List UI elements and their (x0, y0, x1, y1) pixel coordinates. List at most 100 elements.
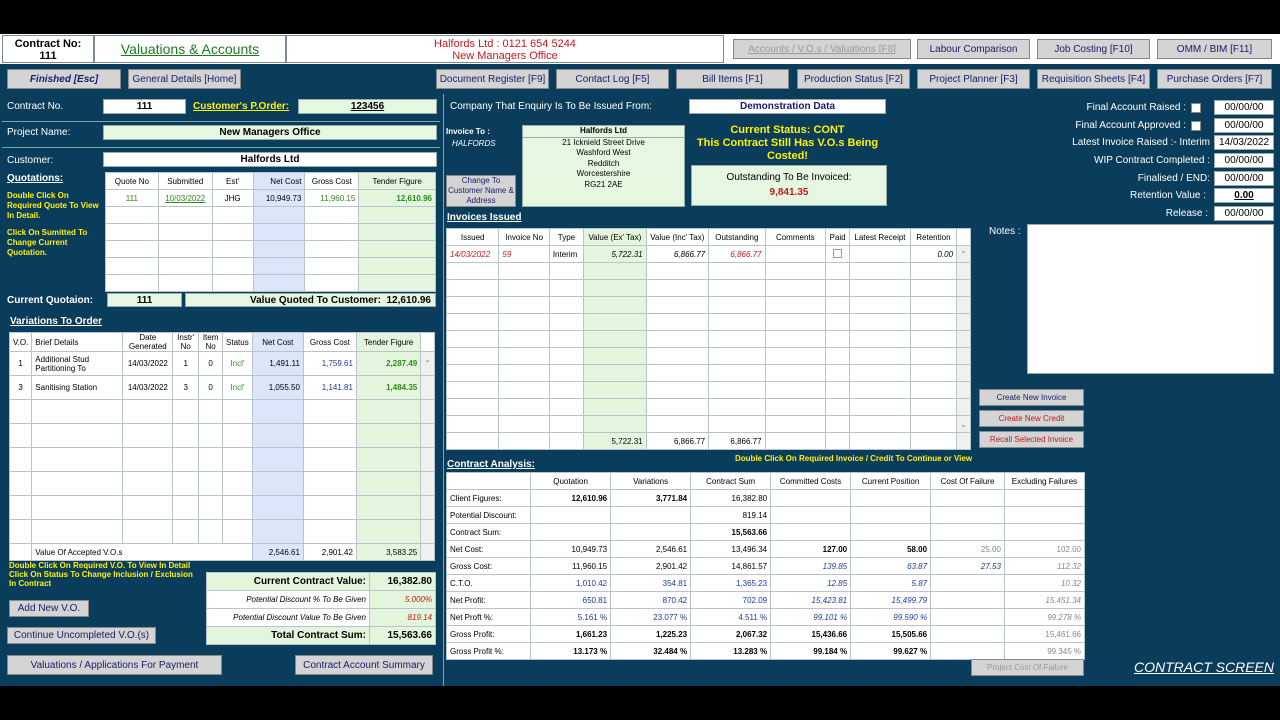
table-row[interactable] (445, 347, 971, 365)
col-header: Gross Cost (304, 172, 360, 190)
retention-field[interactable]: 0.00 (1214, 188, 1274, 203)
scroll-up-icon[interactable]: ⌃ (420, 351, 435, 376)
final-approved-checkbox[interactable] (1191, 121, 1201, 131)
final-raised-field[interactable]: 00/00/00 (1214, 100, 1274, 115)
vo-date: 14/03/2022 (122, 351, 174, 376)
table-row[interactable] (105, 206, 436, 224)
col-header: Issued (445, 228, 500, 246)
inv-outstanding: 6,866.77 (708, 245, 766, 263)
job-costing-button[interactable]: Job Costing [F10] (1037, 39, 1150, 59)
contract-summary-button[interactable]: Contract Account Summary (295, 655, 433, 675)
col-header: Invoice No (498, 228, 550, 246)
accounts-vos-button[interactable]: Accounts / V.O.s / Valuations [F8] (733, 39, 911, 59)
project-line: New Managers Office (452, 50, 558, 62)
wip-label: WIP Contract Completed : (1094, 155, 1210, 166)
project-cost-failure-button[interactable]: Project Cost Of Failure (971, 659, 1084, 676)
project-field[interactable]: New Managers Office (103, 125, 437, 140)
contract-no-field[interactable]: 111 (103, 99, 186, 114)
scroll-down-icon[interactable]: ⌄ (956, 415, 971, 433)
discount-val-value[interactable]: 819.14 (369, 608, 436, 627)
general-details-button[interactable]: General Details [Home] (128, 69, 241, 89)
scroll-up-icon[interactable]: ⌃ (956, 245, 971, 263)
finished-button[interactable]: Finished [Esc] (7, 69, 121, 89)
outstanding-box: Outstanding To Be Invoiced: 9,841.35 (691, 165, 887, 206)
create-invoice-button[interactable]: Create New Invoice (979, 389, 1084, 406)
col-header: Excluding Failures (1003, 472, 1086, 490)
table-row[interactable] (445, 262, 971, 280)
create-credit-button[interactable]: Create New Credit (979, 410, 1084, 427)
final-approved-field[interactable]: 00/00/00 (1214, 118, 1274, 133)
bill-items-button[interactable]: Bill Items [F1] (676, 69, 789, 89)
enquiry-field[interactable]: Demonstration Data (689, 99, 886, 114)
add-vo-button[interactable]: Add New V.O. (9, 600, 89, 617)
address-line: 21 Icknield Street Drive (562, 137, 645, 147)
finalised-field[interactable]: 00/00/00 (1214, 171, 1274, 186)
inv-no: 59 (498, 245, 550, 263)
valuations-button[interactable]: Valuations / Applications For Payment (7, 655, 222, 675)
table-row[interactable] (8, 471, 435, 496)
change-address-button[interactable]: Change To Customer Name & Address (446, 175, 516, 207)
table-row[interactable] (8, 423, 435, 448)
col-header: Quotation (530, 472, 612, 490)
vo-status[interactable]: Incl' (222, 375, 253, 400)
document-register-button[interactable]: Document Register [F9] (436, 69, 549, 89)
table-row[interactable] (8, 519, 435, 544)
table-row[interactable] (105, 240, 436, 258)
contact-log-button[interactable]: Contact Log [F5] (556, 69, 669, 89)
vo-status[interactable]: Incl' (222, 351, 253, 376)
nav-bar: Finished [Esc] General Details [Home] Do… (0, 64, 1280, 94)
continue-vo-button[interactable]: Continue Uncompleted V.O.(s) (7, 627, 156, 644)
wip-field[interactable]: 00/00/00 (1214, 153, 1274, 168)
table-row[interactable]: ⌄ (445, 415, 971, 433)
contract-no-label: Contract No. (7, 101, 64, 112)
po-field[interactable]: 123456 (298, 99, 437, 114)
purchase-orders-button[interactable]: Purchase Orders [F7] (1157, 69, 1272, 89)
quotations-table: Quote No Submitted Est' Net Cost Gross C… (105, 172, 436, 292)
vo-no: 1 (8, 351, 33, 376)
final-raised-checkbox[interactable] (1191, 103, 1201, 113)
analysis-row: Client Figures: 12,610.96 3,771.84 16,382.8… (445, 489, 1086, 507)
table-row[interactable] (105, 257, 436, 275)
table-row[interactable] (445, 364, 971, 382)
requisition-sheets-button[interactable]: Requisition Sheets [F4] (1037, 69, 1150, 89)
scrollbar[interactable] (956, 228, 971, 246)
col-header: Variations (610, 472, 692, 490)
table-row[interactable]: 14/03/2022 59 Interim 5,722.31 6,866.77 … (445, 245, 971, 263)
table-row[interactable] (445, 296, 971, 314)
inv-total-ex: 5,722.31 (583, 432, 647, 450)
table-row[interactable] (445, 313, 971, 331)
table-row[interactable] (105, 223, 436, 241)
invoice-address[interactable]: Halfords Ltd 21 Icknield Street Drive Wa… (522, 125, 685, 207)
table-row[interactable] (8, 495, 435, 520)
recall-invoice-button[interactable]: Recall Selected Invoice (979, 431, 1084, 448)
table-row[interactable]: 3 Sanitising Station 14/03/2022 3 0 Incl… (8, 375, 435, 400)
omm-bim-button[interactable]: OMM / BIM [F11] (1157, 39, 1272, 59)
table-row[interactable] (8, 399, 435, 424)
notes-textarea[interactable] (1027, 224, 1274, 374)
release-field[interactable]: 00/00/00 (1214, 206, 1274, 221)
table-row[interactable] (445, 330, 971, 348)
production-status-button[interactable]: Production Status [F2] (797, 69, 910, 89)
notes-label: Notes : (989, 226, 1021, 237)
table-row[interactable]: 1 Additional Stud Partitioning To 14/03/… (8, 351, 435, 376)
labour-comparison-button[interactable]: Labour Comparison (917, 39, 1030, 59)
quote-submitted[interactable]: 10/03/2022 (157, 189, 213, 207)
table-row[interactable] (445, 381, 971, 399)
main-panel: Contract No. 111 Customer's P.Order: 123… (0, 94, 1280, 686)
col-header: Quote No (105, 172, 159, 190)
paid-checkbox[interactable] (825, 245, 851, 263)
discount-pct-value[interactable]: 5.000% (369, 590, 436, 609)
table-row[interactable] (445, 279, 971, 297)
table-row[interactable] (445, 398, 971, 416)
table-row[interactable] (8, 447, 435, 472)
col-header: Outstanding (708, 228, 766, 246)
table-row[interactable] (105, 274, 436, 292)
customer-field[interactable]: Halfords Ltd (103, 152, 437, 167)
scrollbar[interactable] (420, 332, 435, 352)
table-row[interactable]: 111 10/03/2022 JHG 10,949.73 11,960.15 1… (105, 189, 436, 207)
latest-invoice-field[interactable]: 14/03/2022 (1214, 135, 1274, 150)
quote-help-2: Click On Sumitted To Change Current Quot… (7, 228, 88, 257)
project-planner-button[interactable]: Project Planner [F3] (917, 69, 1030, 89)
current-quote-field[interactable]: 111 (107, 293, 182, 307)
final-approved-label: Final Account Approved : (1075, 120, 1186, 131)
